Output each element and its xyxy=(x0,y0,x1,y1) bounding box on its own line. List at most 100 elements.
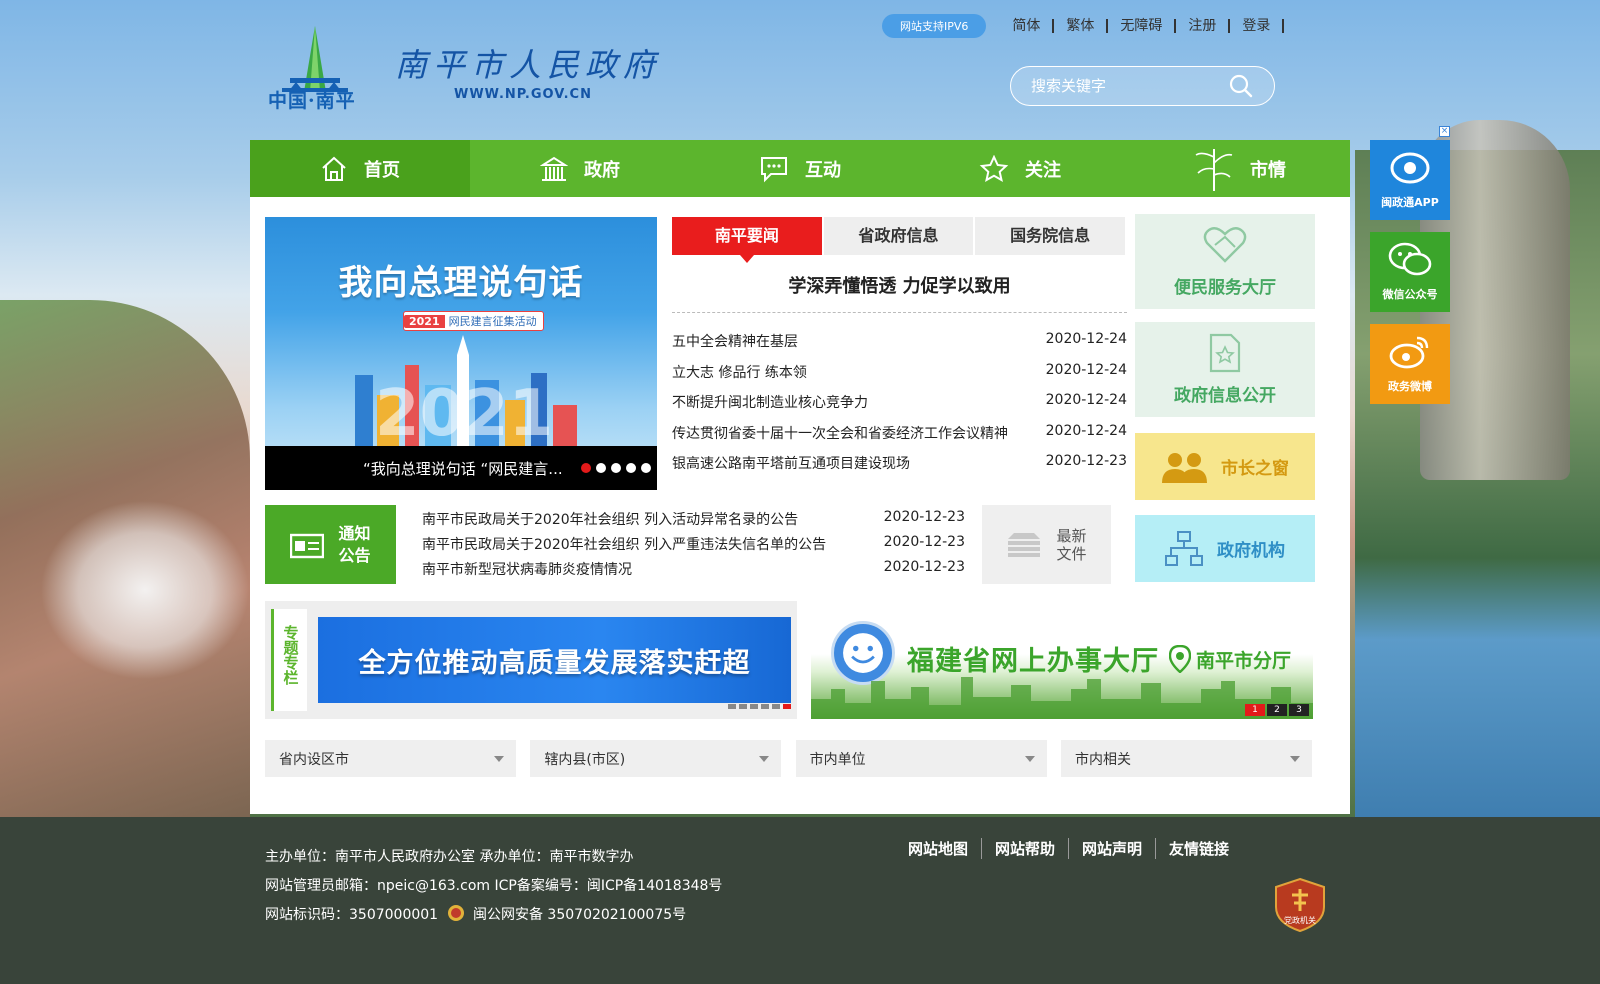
service-hall-button[interactable]: 便民服务大厅 xyxy=(1135,214,1315,309)
news-title: 五中全会精神在基层 xyxy=(672,334,798,350)
slider-dot[interactable] xyxy=(641,463,651,473)
topic-side-text: 专题专栏 xyxy=(281,625,300,685)
notice-label-text: 通知 公告 xyxy=(338,523,370,567)
slide-tag-year: 2021 xyxy=(404,315,445,328)
home-icon xyxy=(322,156,346,181)
latest-files-button[interactable]: 最新 文件 xyxy=(982,505,1111,584)
float-weibo-button[interactable]: 政务微博 xyxy=(1370,324,1450,404)
slider-dot[interactable] xyxy=(611,463,621,473)
latest-files-line2: 文件 xyxy=(1056,544,1087,563)
fujian-page-button[interactable]: 3 xyxy=(1289,704,1309,716)
gov-agencies-button[interactable]: 政府机构 xyxy=(1135,515,1315,582)
site-footer: 主办单位：南平市人民政府办公室 承办单位：南平市数字办 网站管理员邮箱：npei… xyxy=(0,817,1600,984)
footer-link-friends[interactable]: 友情链接 xyxy=(1155,838,1242,859)
list-item[interactable]: 南平市民政局关于2020年社会组织 列入严重违法失信名单的公告 2020-12-2… xyxy=(422,534,965,559)
footer-link-sitemap[interactable]: 网站地图 xyxy=(895,838,981,859)
slide-tag-text: 网民建言征集活动 xyxy=(448,315,537,328)
topic-dot[interactable] xyxy=(750,704,758,709)
handshake-icon xyxy=(1203,227,1247,263)
float-weibo-label: 政务微博 xyxy=(1388,380,1432,393)
link-login[interactable]: 登录 xyxy=(1230,19,1285,33)
topic-dot[interactable] xyxy=(728,704,736,709)
link-register[interactable]: 注册 xyxy=(1176,19,1231,33)
news-date: 2020-12-23 xyxy=(1045,453,1127,469)
notice-label[interactable]: 通知 公告 xyxy=(265,505,396,584)
image-slider[interactable]: 我向总理说句话 2021 网民建言征集活动 2021 “我向总理说句话 “网民建言… xyxy=(265,217,657,490)
nav-home[interactable]: 首页 xyxy=(250,140,470,197)
chat-icon xyxy=(761,156,787,182)
weibo-icon xyxy=(1389,336,1429,369)
float-wechat-button[interactable]: 微信公众号 xyxy=(1370,232,1450,312)
list-item[interactable]: 不断提升闽北制造业核心竞争力 2020-12-24 xyxy=(672,392,1127,423)
news-headline[interactable]: 学深弄懂悟透 力促学以致用 xyxy=(672,272,1127,313)
list-item[interactable]: 立大志 修品行 练本领 2020-12-24 xyxy=(672,362,1127,393)
slider-dot[interactable] xyxy=(626,463,636,473)
topic-side-label: 专题专栏 xyxy=(271,609,307,711)
search-icon[interactable] xyxy=(1228,73,1254,99)
tab-nanping-news[interactable]: 南平要闻 xyxy=(672,217,824,263)
list-item[interactable]: 传达贯彻省委十届十一次全会和省委经济工作会议精神 2020-12-24 xyxy=(672,423,1127,454)
ipv6-badge: 网站支持IPV6 xyxy=(882,14,987,38)
select-city-units[interactable]: 市内单位 xyxy=(795,740,1047,777)
float-close-icon[interactable]: × xyxy=(1439,126,1450,137)
mayor-window-label: 市长之窗 xyxy=(1221,459,1289,479)
link-accessibility[interactable]: 无障碍 xyxy=(1108,19,1177,33)
footer-police-record[interactable]: 闽公网安备 35070202100075号 xyxy=(473,907,686,923)
slider-dot[interactable] xyxy=(596,463,606,473)
news-title: 传达贯彻省委十届十一次全会和省委经济工作会议精神 xyxy=(672,425,1008,442)
topic-dot[interactable] xyxy=(783,704,791,709)
nav-follow-label: 关注 xyxy=(1025,159,1061,181)
footer-link-statement[interactable]: 网站声明 xyxy=(1068,838,1155,859)
bamboo-icon xyxy=(1195,148,1233,191)
party-gov-badge-icon[interactable]: 党政机关 xyxy=(1274,877,1326,933)
list-item[interactable]: 南平市民政局关于2020年社会组织 列入活动异常名录的公告 2020-12-23 xyxy=(422,509,965,534)
topic-dot[interactable] xyxy=(772,704,780,709)
wechat-icon xyxy=(1388,242,1432,276)
float-app-button[interactable]: 闽政通APP xyxy=(1370,140,1450,220)
select-counties[interactable]: 辖内县(市区) xyxy=(530,740,782,777)
gov-info-public-label: 政府信息公开 xyxy=(1174,386,1276,406)
police-badge-icon xyxy=(447,905,464,921)
float-app-label: 闽政通APP xyxy=(1381,196,1439,209)
topic-dot[interactable] xyxy=(761,704,769,709)
news-list: 五中全会精神在基层 2020-12-24 立大志 修品行 练本领 2020-12-2… xyxy=(672,331,1127,484)
topic-dots xyxy=(728,704,791,709)
tab-provincial-info[interactable]: 省政府信息 xyxy=(824,217,976,255)
notice-title: 南平市民政局关于2020年社会组织 列入活动异常名录的公告 xyxy=(422,512,799,528)
site-title[interactable]: 南平市人民政府 xyxy=(395,40,661,86)
notice-list: 南平市民政局关于2020年社会组织 列入活动异常名录的公告 2020-12-23 … xyxy=(422,509,965,584)
main-nav: 首页 政府 互动 关注 市情 xyxy=(250,140,1350,197)
slide-tag: 2021 网民建言征集活动 xyxy=(403,311,544,331)
link-simplified[interactable]: 简体 xyxy=(1000,19,1055,33)
list-item[interactable]: 南平市新型冠状病毒肺炎疫情情况 2020-12-23 xyxy=(422,559,965,584)
nav-city-info[interactable]: 市情 xyxy=(1130,140,1350,197)
search-input[interactable] xyxy=(1031,77,1231,95)
link-traditional[interactable]: 繁体 xyxy=(1054,19,1109,33)
fujian-service-hall-banner[interactable]: 福建省网上办事大厅 南平市分厅 123 xyxy=(811,601,1313,719)
nav-government[interactable]: 政府 xyxy=(470,140,690,197)
footer-link-help[interactable]: 网站帮助 xyxy=(981,838,1068,859)
footer-links: 网站地图 网站帮助 网站声明 友情链接 xyxy=(895,838,1242,859)
nav-follow[interactable]: 关注 xyxy=(910,140,1130,197)
notice-date: 2020-12-23 xyxy=(883,509,965,525)
mayor-window-button[interactable]: 市长之窗 xyxy=(1135,433,1315,500)
topic-column: 专题专栏 全方位推动高质量发展落实赶超 xyxy=(265,601,797,719)
fujian-page-button[interactable]: 2 xyxy=(1267,704,1287,716)
nav-interaction[interactable]: 互动 xyxy=(690,140,910,197)
document-stack-icon xyxy=(1008,532,1041,557)
select-city-related[interactable]: 市内相关 xyxy=(1060,740,1312,777)
slider-dot[interactable] xyxy=(581,463,591,473)
svg-text:2021: 2021 xyxy=(375,377,553,451)
logo-text-china-nanping: 中国·南平 xyxy=(268,90,356,112)
select-province-cities[interactable]: 省内设区市 xyxy=(265,740,516,777)
fujian-page-button[interactable]: 1 xyxy=(1245,704,1265,716)
tab-state-council-info[interactable]: 国务院信息 xyxy=(975,217,1128,255)
topic-banner[interactable]: 全方位推动高质量发展落实赶超 xyxy=(318,617,791,703)
nav-government-label: 政府 xyxy=(584,159,620,181)
news-title: 立大志 修品行 练本领 xyxy=(672,364,807,381)
gov-info-public-button[interactable]: 政府信息公开 xyxy=(1135,322,1315,417)
topic-dot[interactable] xyxy=(739,704,747,709)
list-item[interactable]: 五中全会精神在基层 2020-12-24 xyxy=(672,331,1127,362)
badge-text: 党政机关 xyxy=(1284,915,1316,925)
list-item[interactable]: 银高速公路南平塔前互通项目建设现场 2020-12-23 xyxy=(672,453,1127,484)
